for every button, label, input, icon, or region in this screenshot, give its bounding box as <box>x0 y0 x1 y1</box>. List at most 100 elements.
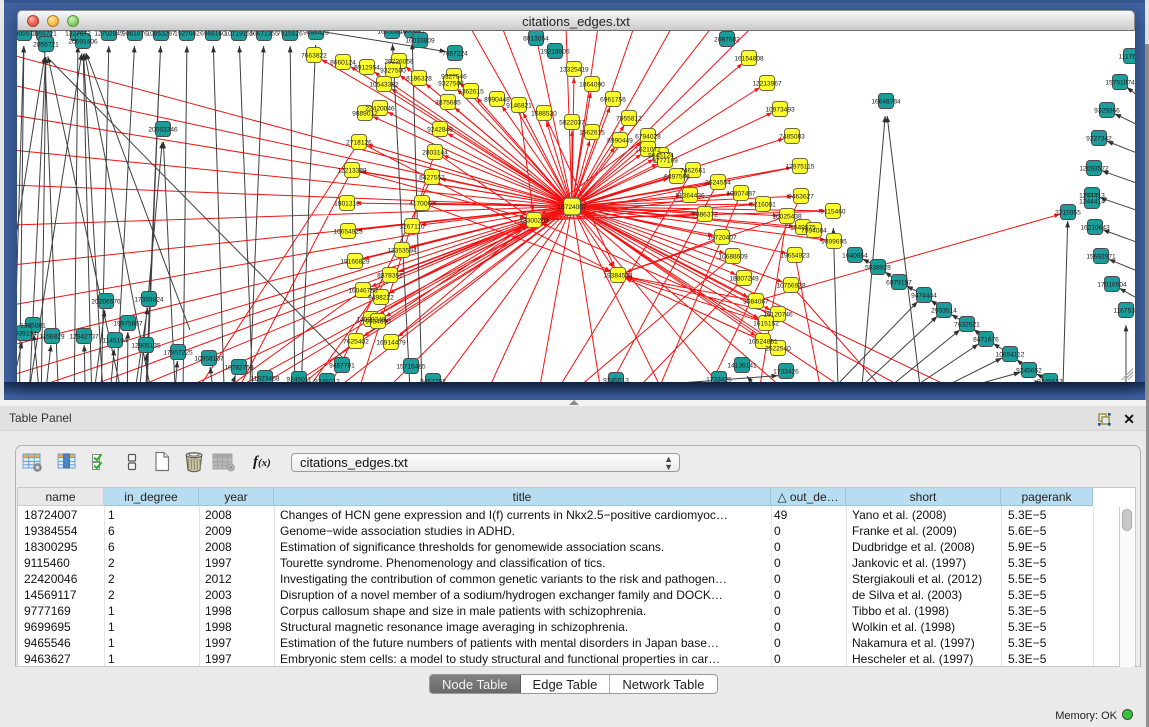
svg-text:1864090: 1864090 <box>579 81 605 88</box>
svg-text:19166829: 19166829 <box>340 258 370 265</box>
svg-text:16210643: 16210643 <box>1080 224 1110 231</box>
svg-text:9227342: 9227342 <box>1086 135 1112 142</box>
svg-text:15720407: 15720407 <box>707 234 737 241</box>
svg-text:16524851: 16524851 <box>748 338 778 345</box>
svg-text:9146821: 9146821 <box>506 102 532 109</box>
svg-text:28226058: 28226058 <box>384 58 414 65</box>
svg-text:10853287: 10853287 <box>146 31 176 37</box>
svg-text:8878352: 8878352 <box>377 272 403 279</box>
svg-text:8427552: 8427552 <box>419 174 445 181</box>
svg-text:9934890: 9934890 <box>365 318 391 325</box>
svg-text:10025438: 10025438 <box>772 213 802 220</box>
svg-text:2522540: 2522540 <box>765 345 791 352</box>
svg-text:1801312: 1801312 <box>334 200 360 207</box>
svg-text:14136141: 14136141 <box>727 362 757 369</box>
svg-text:23300203: 23300203 <box>519 217 549 224</box>
svg-text:21364436: 21364436 <box>675 192 705 199</box>
svg-text:16914479: 16914479 <box>376 339 406 346</box>
svg-text:16046758: 16046758 <box>348 287 378 294</box>
svg-text:10654925: 10654925 <box>333 228 363 235</box>
svg-text:10756928: 10756928 <box>776 282 806 289</box>
svg-text:8813054: 8813054 <box>523 35 549 42</box>
svg-text:1588520: 1588520 <box>531 110 557 117</box>
svg-text:17957225: 17957225 <box>163 349 193 356</box>
svg-text:10688609: 10688609 <box>718 253 748 260</box>
svg-text:1733425: 1733425 <box>706 376 732 382</box>
svg-text:2055721: 2055721 <box>33 41 59 48</box>
svg-text:20206576: 20206576 <box>91 298 121 305</box>
svg-text:9457791: 9457791 <box>329 362 355 369</box>
svg-text:9115460: 9115460 <box>820 208 846 215</box>
svg-text:16671355: 16671355 <box>249 31 279 37</box>
svg-text:12702845: 12702845 <box>94 31 124 37</box>
svg-text:8912954: 8912954 <box>354 64 380 71</box>
svg-text:3624554: 3624554 <box>705 179 731 186</box>
svg-text:10807487: 10807487 <box>726 190 756 197</box>
svg-text:9327546: 9327546 <box>441 73 467 80</box>
svg-text:6216001: 6216001 <box>750 201 776 208</box>
svg-text:19218506: 19218506 <box>540 48 570 55</box>
svg-text:2055721: 2055721 <box>31 31 57 37</box>
svg-text:12975115: 12975115 <box>786 163 815 170</box>
svg-text:1145194: 1145194 <box>102 337 128 344</box>
svg-text:16154808: 16154808 <box>734 55 764 62</box>
svg-text:6961758: 6961758 <box>600 96 626 103</box>
svg-text:5822037: 5822037 <box>559 119 585 126</box>
svg-text:10543382: 10543382 <box>369 81 399 88</box>
svg-text:1117652: 1117652 <box>1119 53 1135 60</box>
svg-text:4170065: 4170065 <box>409 200 435 207</box>
svg-text:16648784: 16648784 <box>871 98 901 105</box>
svg-text:16120746: 16120746 <box>763 311 793 318</box>
svg-text:9242848: 9242848 <box>427 126 453 133</box>
svg-text:7594084: 7594084 <box>801 227 827 234</box>
svg-text:8990449: 8990449 <box>607 137 633 144</box>
svg-text:1362615: 1362615 <box>458 88 484 95</box>
svg-text:1244414: 1244414 <box>1079 198 1105 205</box>
svg-text:12213967: 12213967 <box>752 80 782 87</box>
svg-text:15692971: 15692971 <box>1086 253 1116 260</box>
svg-text:9084067: 9084067 <box>743 298 769 305</box>
svg-text:12905135: 12905135 <box>131 342 161 349</box>
svg-text:10958107: 10958107 <box>194 355 224 362</box>
svg-text:20691406: 20691406 <box>68 38 98 45</box>
svg-text:9463627: 9463627 <box>788 193 814 200</box>
svg-text:18807249: 18807249 <box>729 275 759 282</box>
svg-text:3215955: 3215955 <box>1055 209 1081 216</box>
svg-text:3875685: 3875685 <box>435 99 461 106</box>
svg-text:9327500: 9327500 <box>380 67 406 74</box>
svg-text:9245653: 9245653 <box>1037 378 1063 382</box>
svg-text:9457792: 9457792 <box>420 378 446 382</box>
svg-text:9329966: 9329966 <box>1094 107 1120 114</box>
svg-text:9245013: 9245013 <box>603 377 629 382</box>
svg-text:16033809: 16033809 <box>405 37 435 44</box>
svg-text:1615152: 1615152 <box>753 320 779 327</box>
svg-text:12093572: 12093572 <box>1079 165 1109 172</box>
svg-text:16782759: 16782759 <box>224 364 254 371</box>
svg-text:1167530: 1167530 <box>1113 307 1135 314</box>
svg-text:7986372: 7986372 <box>692 211 718 218</box>
svg-text:12942737: 12942737 <box>69 333 99 340</box>
svg-text:1939154: 1939154 <box>17 330 37 337</box>
svg-text:12213389: 12213389 <box>337 167 367 174</box>
svg-text:1327072: 1327072 <box>65 31 91 37</box>
svg-text:5938928: 5938928 <box>865 264 891 271</box>
svg-text:9245011: 9245011 <box>286 376 312 382</box>
svg-text:7485083: 7485083 <box>779 133 805 140</box>
svg-text:1562615: 1562615 <box>579 129 605 136</box>
svg-text:15716485: 15716485 <box>396 363 426 370</box>
svg-text:2933514: 2933514 <box>931 307 957 314</box>
svg-text:2087682: 2087682 <box>714 36 740 43</box>
svg-text:19654923: 19654923 <box>780 252 810 259</box>
svg-text:6966160: 6966160 <box>200 31 226 37</box>
svg-text:9245652: 9245652 <box>1016 367 1042 374</box>
svg-text:10973493: 10973493 <box>765 106 795 113</box>
svg-text:19384554: 19384554 <box>603 272 633 279</box>
svg-text:9474444: 9474444 <box>911 292 937 299</box>
svg-text:1733426: 1733426 <box>773 368 799 375</box>
svg-text:8186328: 8186328 <box>406 75 432 82</box>
svg-text:9899695: 9899695 <box>821 238 847 245</box>
svg-text:9327508: 9327508 <box>438 80 464 87</box>
svg-text:2718126: 2718126 <box>346 139 372 146</box>
svg-text:15751074: 15751074 <box>1105 79 1135 86</box>
svg-text:6497568: 6497568 <box>664 173 690 180</box>
